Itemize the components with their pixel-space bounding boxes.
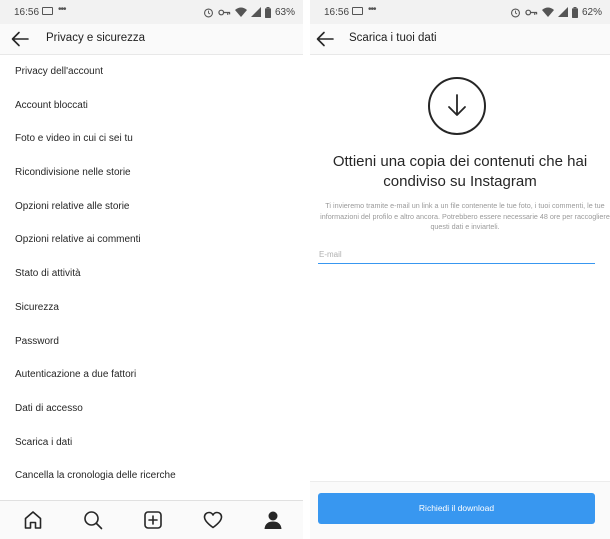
home-icon[interactable] bbox=[22, 509, 44, 531]
download-data-screen: 16:56 ••• 62% Scarica i tuoi dati Ottien… bbox=[310, 0, 610, 539]
page-title: Privacy e sicurezza bbox=[46, 32, 146, 44]
download-arrow-icon bbox=[448, 94, 466, 116]
alarm-icon bbox=[510, 7, 520, 17]
menu-item-activity-status[interactable]: Stato di attività bbox=[0, 257, 303, 291]
battery-icon bbox=[264, 6, 271, 18]
menu-item-photos-of-you[interactable]: Foto e video in cui ci sei tu bbox=[0, 122, 303, 156]
status-bar: 16:56 ••• 63% bbox=[0, 0, 303, 24]
profile-icon[interactable] bbox=[262, 509, 284, 531]
download-headline: Ottieni una copia dei contenuti che hai … bbox=[332, 153, 588, 190]
wifi-icon bbox=[541, 7, 554, 17]
menu-item-password[interactable]: Password bbox=[0, 325, 303, 359]
battery-percentage: 62% bbox=[581, 6, 602, 18]
signal-icon bbox=[557, 7, 568, 17]
back-button[interactable] bbox=[314, 28, 336, 50]
menu-item-comment-options[interactable]: Opzioni relative ai commenti bbox=[0, 223, 303, 257]
battery-percentage: 63% bbox=[274, 6, 295, 18]
bottom-navigation bbox=[0, 500, 303, 539]
menu-item-two-factor-auth[interactable]: Autenticazione a due fattori bbox=[0, 358, 303, 392]
menu-item-story-options[interactable]: Opzioni relative alle storie bbox=[0, 190, 303, 224]
key-icon bbox=[525, 9, 538, 15]
status-time: 16:56 bbox=[324, 7, 350, 18]
status-bar: 16:56 ••• 62% bbox=[310, 0, 610, 24]
key-icon bbox=[218, 9, 231, 15]
laptop-icon bbox=[352, 7, 363, 15]
heart-icon[interactable] bbox=[202, 509, 224, 531]
menu-item-account-privacy[interactable]: Privacy dell'account bbox=[0, 55, 303, 89]
request-download-button[interactable]: Richiedi il download bbox=[318, 493, 595, 524]
menu-item-clear-search-history[interactable]: Cancella la cronologia delle ricerche bbox=[0, 459, 303, 493]
status-time: 16:56 bbox=[14, 7, 40, 18]
alarm-icon bbox=[203, 7, 213, 17]
more-notifications-icon: ••• bbox=[368, 4, 376, 15]
back-button[interactable] bbox=[9, 28, 31, 50]
battery-icon bbox=[571, 6, 578, 18]
signal-icon bbox=[250, 7, 261, 17]
more-notifications-icon: ••• bbox=[58, 4, 66, 15]
app-header: Privacy e sicurezza bbox=[0, 24, 303, 55]
menu-item-story-resharing[interactable]: Ricondivisione nelle storie bbox=[0, 156, 303, 190]
screen-divider bbox=[303, 0, 310, 539]
search-icon[interactable] bbox=[82, 509, 104, 531]
menu-item-blocked-accounts[interactable]: Account bloccati bbox=[0, 89, 303, 123]
settings-menu: Privacy dell'account Account bloccati Fo… bbox=[0, 55, 303, 493]
privacy-security-screen: 16:56 ••• 63% Privacy e sicurezza Privac… bbox=[0, 0, 303, 539]
download-description: Ti invieremo tramite e-mail un link a un… bbox=[320, 201, 610, 231]
menu-item-download-data[interactable]: Scarica i dati bbox=[0, 426, 303, 460]
wifi-icon bbox=[234, 7, 247, 17]
add-post-icon[interactable] bbox=[142, 509, 164, 531]
back-arrow-icon bbox=[11, 31, 29, 47]
email-field[interactable] bbox=[318, 246, 595, 264]
footer-action-area: Richiedi il download bbox=[310, 481, 610, 539]
menu-item-security[interactable]: Sicurezza bbox=[0, 291, 303, 325]
page-title: Scarica i tuoi dati bbox=[349, 32, 437, 44]
laptop-icon bbox=[42, 7, 53, 15]
app-header: Scarica i tuoi dati bbox=[310, 24, 610, 55]
menu-item-access-data[interactable]: Dati di accesso bbox=[0, 392, 303, 426]
back-arrow-icon bbox=[316, 31, 334, 47]
download-illustration bbox=[428, 77, 486, 135]
